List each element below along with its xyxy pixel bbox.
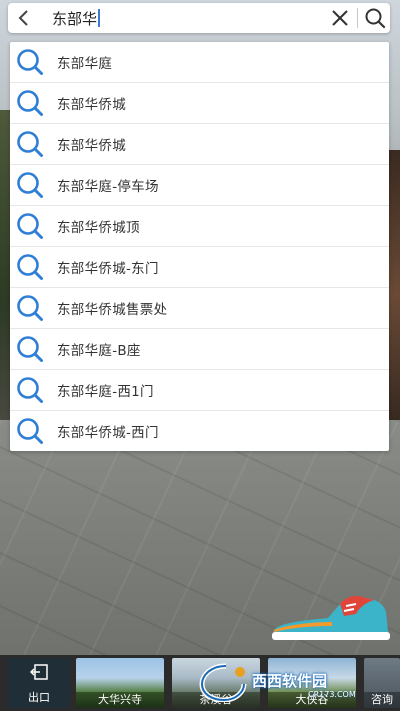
suggestion-label: 东部华庭-B座	[57, 343, 141, 359]
back-button[interactable]	[8, 3, 40, 33]
suggestion-item[interactable]: 东部华侨城-东门	[10, 247, 389, 288]
suggestion-label: 东部华庭	[57, 56, 113, 72]
search-icon	[15, 375, 45, 405]
scene-thumbnail-strip: 出口 大华兴寺 茶溪谷 大侠谷 咨询	[0, 655, 400, 711]
suggestion-item[interactable]: 东部华侨城-西门	[10, 411, 389, 451]
text-caret	[98, 9, 101, 27]
chevron-left-icon	[18, 10, 28, 26]
exit-button[interactable]: 出口	[8, 658, 70, 708]
suggestion-item[interactable]: 东部华庭	[10, 42, 389, 83]
search-icon	[15, 47, 45, 77]
suggestion-item[interactable]: 东部华庭-停车场	[10, 165, 389, 206]
suggestion-label: 东部华侨城-东门	[57, 261, 159, 277]
suggestion-label: 东部华侨城-西门	[57, 425, 159, 441]
scene-thumb[interactable]: 大华兴寺	[76, 658, 164, 708]
search-icon	[365, 8, 386, 29]
scene-thumb-label: 茶溪谷	[172, 692, 260, 708]
close-icon	[332, 10, 348, 26]
search-icon	[15, 170, 45, 200]
scene-thumb-label: 咨询	[364, 692, 400, 708]
search-icon	[15, 211, 45, 241]
exit-icon	[30, 664, 48, 680]
suggestion-item[interactable]: 东部华侨城	[10, 83, 389, 124]
suggestion-item[interactable]: 东部华侨城顶	[10, 206, 389, 247]
sneaker-icon	[272, 596, 390, 640]
suggestion-label: 东部华侨城	[57, 138, 126, 154]
suggestion-item[interactable]: 东部华庭-西1门	[10, 370, 389, 411]
exit-label: 出口	[28, 691, 50, 704]
suggestion-label: 东部华侨城售票处	[57, 302, 168, 318]
suggestion-list: 东部华庭 东部华侨城 东部华侨城 东部华庭-停车场 东部华侨城顶 东部华侨城-东…	[10, 42, 389, 451]
search-icon	[15, 252, 45, 282]
search-input[interactable]: 东部华	[40, 3, 325, 33]
search-icon	[15, 416, 45, 446]
scene-thumb[interactable]: 大侠谷	[268, 658, 356, 708]
suggestion-label: 东部华侨城	[57, 97, 126, 113]
scene-thumb-label: 大华兴寺	[76, 692, 164, 708]
search-query-text: 东部华	[52, 9, 98, 28]
search-icon	[15, 129, 45, 159]
search-icon	[15, 88, 45, 118]
scene-thumb-label: 大侠谷	[268, 692, 356, 708]
search-icon	[15, 334, 45, 364]
suggestion-item[interactable]: 东部华庭-B座	[10, 329, 389, 370]
suggestion-label: 东部华庭-西1门	[57, 384, 154, 400]
search-bar: 东部华	[8, 3, 390, 33]
clear-button[interactable]	[325, 3, 355, 33]
suggestion-item[interactable]: 东部华侨城售票处	[10, 288, 389, 329]
suggestion-item[interactable]: 东部华侨城	[10, 124, 389, 165]
scene-thumb[interactable]: 咨询	[364, 658, 400, 708]
suggestion-label: 东部华侨城顶	[57, 220, 140, 236]
scene-thumb[interactable]: 茶溪谷	[172, 658, 260, 708]
walk-mode-button[interactable]	[270, 592, 392, 642]
search-button[interactable]	[360, 3, 390, 33]
divider	[357, 8, 358, 28]
suggestion-label: 东部华庭-停车场	[57, 179, 159, 195]
search-icon	[15, 293, 45, 323]
